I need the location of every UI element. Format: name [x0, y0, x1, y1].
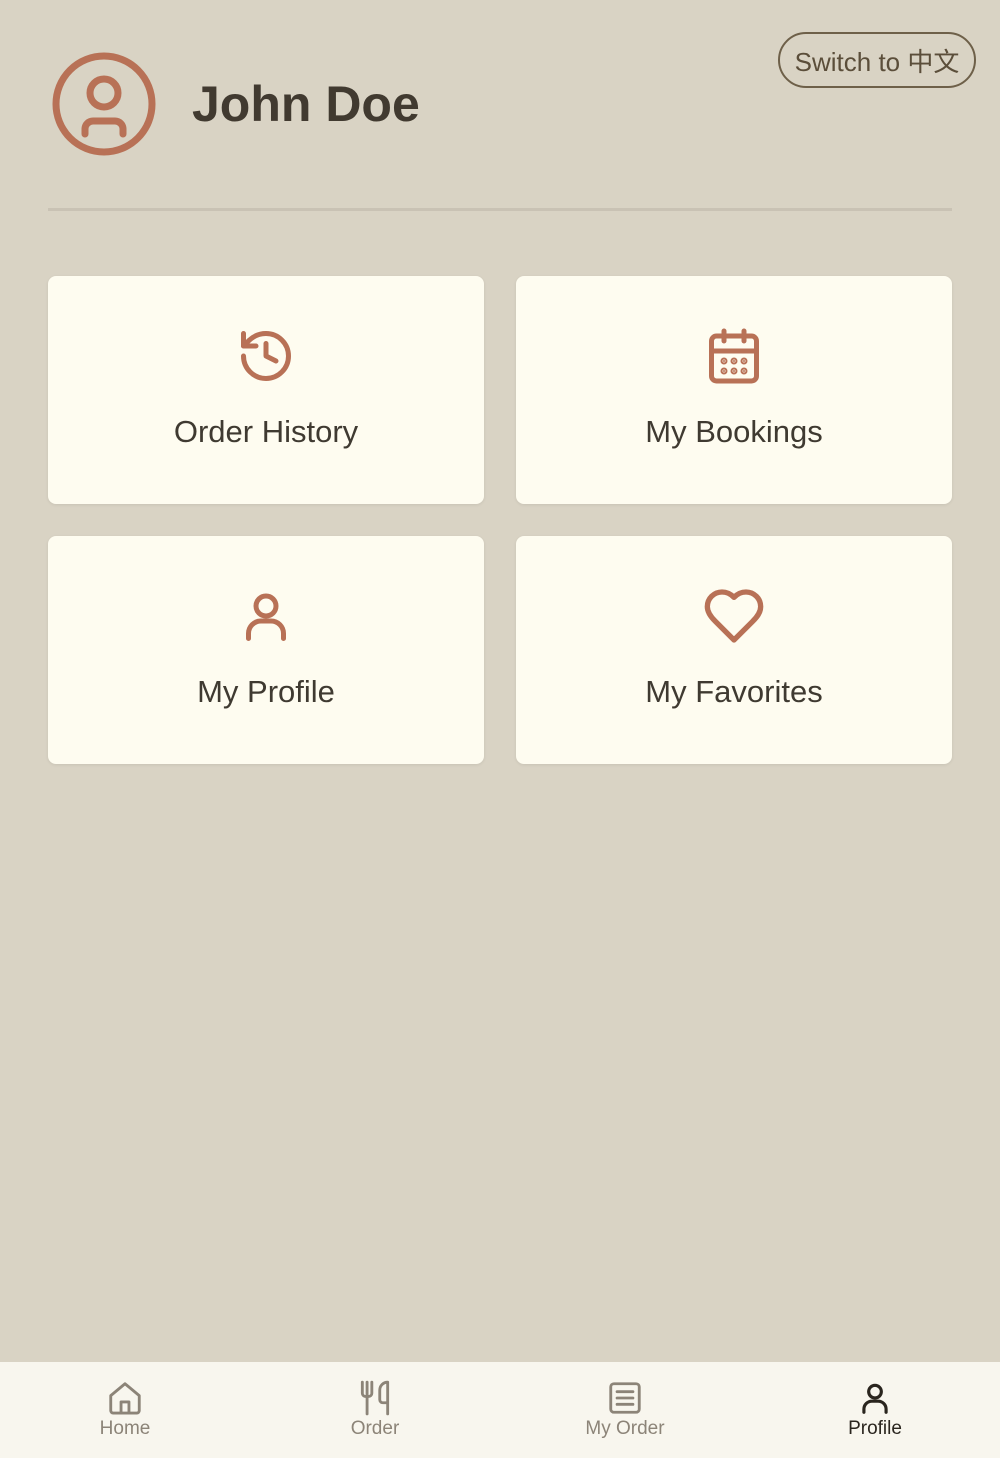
my-bookings-label: My Bookings	[645, 414, 823, 449]
user-icon	[855, 1378, 895, 1418]
nav-item-home[interactable]: Home	[0, 1362, 250, 1458]
my-profile-card[interactable]: My Profile	[48, 536, 484, 764]
heart-icon	[702, 584, 766, 648]
order-history-card[interactable]: Order History	[48, 276, 484, 504]
profile-header: John Doe	[50, 50, 420, 158]
profile-menu-grid: Order History My Bookings My Profile My …	[48, 276, 952, 764]
my-profile-label: My Profile	[197, 674, 335, 709]
bottom-navigation: Home Order My Order Profile	[0, 1362, 1000, 1458]
nav-label-home: Home	[99, 1418, 151, 1439]
utensils-icon	[355, 1378, 395, 1418]
nav-item-order[interactable]: Order	[250, 1362, 500, 1458]
nav-label-profile: Profile	[848, 1418, 902, 1439]
nav-label-my-order: My Order	[585, 1418, 665, 1439]
order-history-label: Order History	[173, 414, 359, 449]
calendar-icon	[702, 324, 766, 388]
my-favorites-card[interactable]: My Favorites	[516, 536, 952, 764]
nav-item-profile[interactable]: Profile	[750, 1362, 1000, 1458]
my-bookings-card[interactable]: My Bookings	[516, 276, 952, 504]
header-divider	[48, 208, 952, 211]
user-icon	[234, 584, 298, 648]
user-name: John Doe	[192, 76, 420, 132]
history-icon	[234, 324, 298, 388]
language-switch-button[interactable]: Switch to 中文	[778, 32, 976, 88]
nav-item-my-order[interactable]: My Order	[500, 1362, 750, 1458]
home-icon	[105, 1378, 145, 1418]
nav-label-order: Order	[350, 1418, 400, 1439]
list-icon	[605, 1378, 645, 1418]
user-circle-icon	[50, 50, 158, 158]
my-favorites-label: My Favorites	[645, 674, 823, 709]
